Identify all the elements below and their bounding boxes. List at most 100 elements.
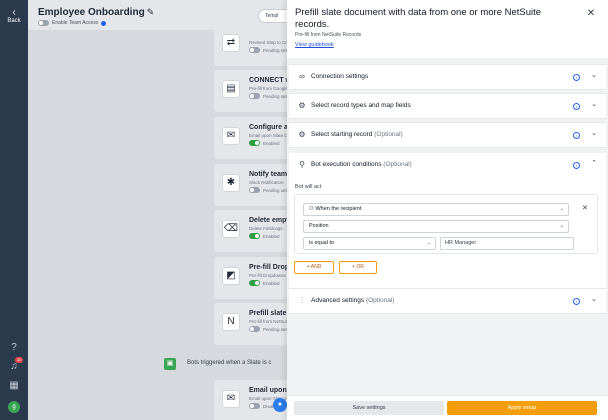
- pencil-icon[interactable]: ✎: [147, 7, 155, 17]
- slack-icon: ✱: [222, 174, 240, 192]
- panel-body: ∞ Connection settings i ⌄ ⚙ Select recor…: [287, 58, 608, 395]
- bots-triggered-section: ▣ Bots triggered when a Slate is c: [164, 357, 294, 373]
- field-select[interactable]: Position ⌄: [303, 220, 569, 233]
- back-label: Back: [7, 18, 21, 24]
- netsuite-icon: N: [222, 313, 240, 331]
- dropdown-icon: ◩: [222, 267, 240, 285]
- chevron-down-icon[interactable]: ⌄: [589, 129, 599, 137]
- avatar[interactable]: g: [8, 401, 20, 413]
- operator-select-value: is equal to: [309, 240, 335, 246]
- recipient-select[interactable]: ⚇ When the recipient ⌄: [303, 203, 569, 216]
- workflow-card-status: Pending setup: [249, 47, 292, 53]
- section-label: Advanced settings (Optional): [311, 297, 395, 304]
- panel-footer: Save settings Apply setup: [287, 395, 608, 420]
- advanced-settings-section[interactable]: ⫶ Advanced settings (Optional) i ⌄: [289, 288, 606, 314]
- info-icon[interactable]: i: [573, 74, 580, 81]
- email-icon: ✉: [222, 127, 240, 145]
- sliders-icon: ⫶: [301, 296, 303, 305]
- chevron-down-icon[interactable]: ⌄: [589, 71, 599, 79]
- team-access-toggle[interactable]: [38, 20, 49, 26]
- user-icon: ⚇: [309, 206, 314, 212]
- save-settings-button[interactable]: Save settings: [294, 401, 444, 415]
- close-icon[interactable]: ✕: [585, 8, 597, 19]
- gear-icon: ⚙: [298, 101, 306, 110]
- info-icon[interactable]: i: [573, 162, 580, 169]
- info-icon[interactable]: i: [573, 132, 580, 139]
- add-and-button[interactable]: + AND: [294, 261, 334, 274]
- add-or-button[interactable]: + OR: [339, 261, 377, 274]
- sync-icon: ⇄: [222, 34, 240, 52]
- section-label: Bot execution conditions (Optional): [311, 161, 412, 168]
- bot-will-act-label: Bot will act: [295, 184, 322, 190]
- section-label: Connection settings: [311, 73, 369, 80]
- chevron-up-icon[interactable]: ⌃: [589, 159, 599, 167]
- bot-trigger-icon: ▣: [164, 358, 176, 370]
- info-icon[interactable]: i: [573, 103, 580, 110]
- workflow-card-sub: Delete Fieldcage: [249, 226, 283, 231]
- document-icon[interactable]: ▦: [8, 380, 20, 392]
- workflow-card-status-text: Enabled: [263, 233, 280, 239]
- workflow-card-sub: Slack Notification: [249, 180, 284, 185]
- gear-icon: ⚙: [298, 130, 306, 139]
- chevron-down-icon[interactable]: ⌄: [589, 295, 599, 303]
- workflow-card-toggle[interactable]: [249, 326, 260, 332]
- left-nav: ‹ Back ? ♫ 11 ▦ g: [0, 0, 28, 420]
- page-title: Employee Onboarding ✎: [38, 7, 154, 18]
- info-icon[interactable]: i: [573, 298, 580, 305]
- connection-settings-section[interactable]: ∞ Connection settings i ⌄: [289, 64, 606, 90]
- section-label: Select starting record (Optional): [311, 131, 403, 138]
- bots-triggered-label: Bots triggered when a Slate is c: [187, 360, 272, 366]
- or-label: OR: [356, 264, 364, 270]
- starting-record-section[interactable]: ⚙ Select starting record (Optional) i ⌄: [289, 122, 606, 148]
- remove-condition-icon[interactable]: ✕: [582, 204, 588, 212]
- workflow-card-status-text: Enabled: [263, 280, 280, 286]
- workflow-card-status: Pending setup: [249, 93, 292, 99]
- chevron-down-icon: ⌄: [426, 240, 431, 246]
- and-label: AND: [310, 264, 322, 270]
- back-button[interactable]: ‹ Back: [0, 7, 28, 25]
- execution-conditions-header[interactable]: ⚲ Bot execution conditions (Optional) i …: [289, 153, 606, 177]
- link-icon: ∞: [299, 72, 305, 81]
- chevron-down-icon: ⌄: [559, 206, 564, 212]
- workflow-card-toggle[interactable]: [249, 403, 260, 409]
- delete-field-icon: ⌫: [222, 220, 240, 238]
- workflow-card-toggle[interactable]: [249, 233, 260, 239]
- section-header-row: ⚲ Bot execution conditions (Optional) i …: [289, 153, 606, 177]
- panel-title: Prefill slate document with data from on…: [295, 7, 542, 30]
- branch-icon: ⚲: [299, 160, 305, 169]
- condition-group: ⚇ When the recipient ⌄ ✕ Position ⌄ is e…: [294, 194, 598, 254]
- workflow-card-toggle[interactable]: [249, 187, 260, 193]
- info-icon[interactable]: [101, 20, 107, 26]
- condition-value-input[interactable]: HR Manager: [440, 237, 574, 250]
- help-icon[interactable]: ?: [8, 342, 20, 354]
- chat-icon[interactable]: ●: [273, 398, 287, 412]
- workflow-card-toggle[interactable]: [249, 93, 260, 99]
- page-title-text: Employee Onboarding: [38, 7, 145, 18]
- chevron-down-icon: ⌄: [559, 223, 564, 229]
- bot-settings-panel: Prefill slate document with data from on…: [287, 0, 608, 420]
- workflow-card-toggle[interactable]: [249, 280, 260, 286]
- chevron-down-icon[interactable]: ⌄: [589, 100, 599, 108]
- operator-select[interactable]: is equal to ⌄: [303, 237, 436, 250]
- workflow-card-toggle[interactable]: [249, 47, 260, 53]
- email-icon: ✉: [222, 390, 240, 408]
- workflow-card-status: Enabled: [249, 140, 280, 146]
- team-access-row: Enable Team Access: [38, 20, 107, 26]
- team-access-label: Enable Team Access: [52, 20, 99, 26]
- notification-badge: 11: [15, 357, 24, 363]
- guidebook-link[interactable]: View guidebook: [295, 42, 334, 48]
- apply-setup-button[interactable]: Apply setup: [447, 401, 597, 415]
- field-select-value: Position: [309, 223, 329, 229]
- record-types-section[interactable]: ⚙ Select record types and map fields i ⌄: [289, 93, 606, 119]
- chevron-left-icon: ‹: [12, 7, 16, 18]
- recipient-select-value: When the recipient: [315, 206, 362, 212]
- section-label: Select record types and map fields: [311, 102, 411, 109]
- workflow-card-status: Enabled: [249, 280, 280, 286]
- workflow-card-status-text: Enabled: [263, 140, 280, 146]
- panel-subtitle: Pre-fill from NetSuite Records: [295, 32, 362, 38]
- workflow-card-status: Pending setup: [249, 187, 292, 193]
- execution-conditions-section: ⚲ Bot execution conditions (Optional) i …: [289, 153, 606, 288]
- workflow-card-status: Pending setup: [249, 326, 292, 332]
- workflow-card-status: Enabled: [249, 233, 280, 239]
- workflow-card-toggle[interactable]: [249, 140, 260, 146]
